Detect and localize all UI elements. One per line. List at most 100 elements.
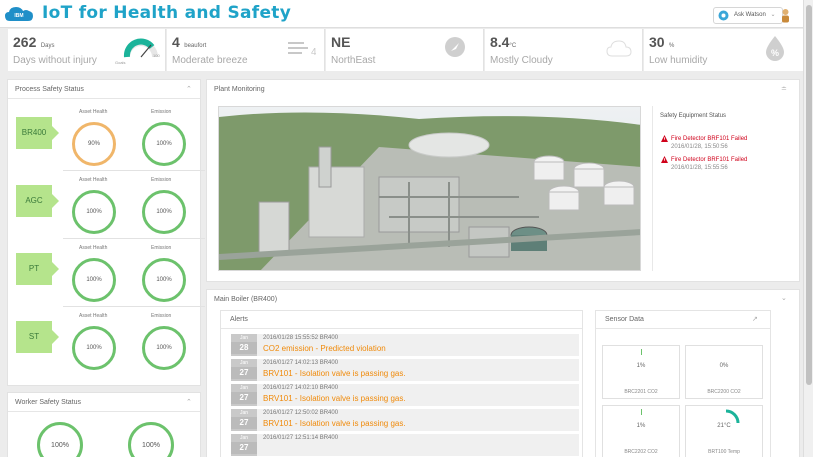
svg-text:4: 4 [311,47,316,57]
humidity-icon: % [766,36,784,61]
alert-meta: 2016/01/27 14:02:10 BR400 [263,385,339,391]
ask-watson-button[interactable]: Ask Watson ⌄ [713,7,783,24]
alert-text: BRV101 - Isolation valve is passing gas. [263,394,406,403]
emission-gauge: 100% [142,190,186,234]
kpi-humidity: 30 % Low humidity % [644,29,803,71]
alert-month: Jan [239,435,249,441]
emission-gauge: 100% [142,258,186,302]
chart-icon[interactable]: ≐ [781,85,787,93]
alert-date-badge: Jan 27 [231,359,257,381]
alert-month: Jan [239,335,249,341]
watson-icon [718,10,729,21]
sensor-data-panel: Sensor Data ↗ 1% BRC2201 CO2 0% BRC2200 … [595,310,771,457]
process-row-pt: PT Asset Health Emission 100% 100% [13,238,205,306]
kpi-value: NE [331,34,351,50]
panel-title: Process Safety Status [15,86,84,93]
emission-gauge: 100% [142,122,186,166]
sensor-tile[interactable]: 0% BRC2200 CO2 [685,345,763,399]
alert-meta: 2016/01/27 12:51:14 BR400 [263,435,339,441]
process-row-agc: AGC Asset Health Emission 100% 100% [13,170,205,238]
asset-health-gauge: 90% [72,122,116,166]
worker-safety-gauge: 100% [128,422,174,457]
kpi-wind: 4 beaufort Moderate breeze 4 [167,29,325,71]
collapse-icon[interactable]: ⌃ [186,85,192,93]
kpi-unit: °C [509,43,517,49]
safety-equipment-title: Safety Equipment Status [660,113,727,119]
gauge-label: Goals [115,60,126,65]
unit-label[interactable]: ST [16,321,59,353]
alert-text: BRV101 - Isolation valve is passing gas. [263,419,406,428]
alert-month: Jan [239,410,249,416]
alert-month: Jan [239,385,249,391]
asset-health-header: Asset Health [79,109,108,115]
panel-title: Plant Monitoring [214,86,265,93]
alert-item[interactable]: Jan 27 2016/01/27 14:02:13 BR400 BRV101 -… [231,359,579,381]
process-row-br400: BR400 Asset Health Emission 90% 100% [13,102,205,170]
chevron-down-icon: ⌄ [770,12,776,18]
compass-icon [445,37,465,57]
alerts-panel: Alerts Jan 28 2016/01/28 15:55:52 BR400 C… [220,310,583,457]
user-avatar-icon[interactable] [779,8,792,23]
kpi-unit: % [669,43,675,49]
alert-item[interactable]: Jan 28 2016/01/28 15:55:52 BR400 CO2 emis… [231,334,579,356]
emission-header: Emission [151,109,172,115]
sensor-tile[interactable]: 1% BRC2201 CO2 [602,345,680,399]
collapse-icon[interactable]: ⌃ [186,398,192,406]
collapse-icon[interactable]: ⌄ [781,294,787,302]
alarm-item[interactable]: Fire Detector BRF101 Failed 2016/01/28, … [661,135,748,150]
kpi-label: Mostly Cloudy [490,55,553,66]
alarm-title: Fire Detector BRF101 Failed [671,157,748,163]
asset-health-header: Asset Health [79,177,108,183]
svg-text:IBM: IBM [14,13,23,19]
alert-day: 27 [231,367,257,379]
ibm-cloud-logo: IBM [5,7,33,21]
sensor-value: 0% [719,363,729,369]
alert-month: Jan [239,360,249,366]
alarm-title: Fire Detector BRF101 Failed [671,136,748,142]
alert-item[interactable]: Jan 27 2016/01/27 12:51:14 BR400 [231,434,579,456]
worker-safety-panel: Worker Safety Status ⌃ 100% 100% [7,392,201,457]
unit-label[interactable]: PT [16,253,59,285]
plant-3d-image[interactable] [218,106,641,271]
process-safety-panel: Process Safety Status ⌃ BR400 Asset Heal… [7,79,205,386]
worker-safety-gauge: 100% [37,422,83,457]
unit-label[interactable]: AGC [16,185,59,217]
warning-icon [661,135,668,142]
alert-date-badge: Jan 27 [231,434,257,456]
plant-monitoring-panel: Plant Monitoring ≐ Safety Equipment Stat… [206,79,800,282]
sensor-title: Sensor Data [605,316,644,323]
alert-meta: 2016/01/28 15:55:52 BR400 [263,335,339,341]
alert-item[interactable]: Jan 27 2016/01/27 12:50:02 BR400 BRV101 -… [231,409,579,431]
cloud-icon [606,40,632,57]
sensor-tile[interactable]: 1% BRC2202 CO2 [602,405,680,457]
scrollbar-thumb[interactable] [806,5,812,385]
plant-illustration [219,107,640,270]
alert-meta: 2016/01/27 14:02:13 BR400 [263,360,339,366]
alert-day: 27 [231,417,257,429]
ask-watson-label: Ask Watson [734,12,766,18]
emission-gauge: 100% [142,326,186,370]
kpi-label: Moderate breeze [172,55,248,66]
asset-health-gauge: 100% [72,326,116,370]
wind-icon: 4 [288,42,316,57]
alert-date-badge: Jan 27 [231,409,257,431]
alert-day: 27 [231,392,257,404]
warning-icon [661,156,668,163]
kpi-label: Days without injury [13,55,97,66]
alert-date-badge: Jan 27 [231,384,257,406]
app-header: IBM IoT for Health and Safety Ask Watson… [0,0,803,28]
expand-icon[interactable]: ↗ [752,315,758,323]
alert-date-badge: Jan 28 [231,334,257,356]
main-boiler-panel: Main Boiler (BR400) ⌄ Alerts Jan 28 2016/… [206,289,800,457]
sensor-tile[interactable]: 21°C BRT100 Temp [685,405,763,457]
kpi-wind-direction: NE NorthEast [326,29,484,71]
alarm-time: 2016/01/28, 15:50:56 [671,144,728,150]
alert-text: CO2 emission - Predicted violation [263,344,386,353]
page-scrollbar[interactable] [803,0,813,457]
svg-text:%: % [771,48,779,58]
unit-label[interactable]: BR400 [16,117,59,149]
kpi-unit: Days [40,43,55,49]
alarm-item[interactable]: Fire Detector BRF101 Failed 2016/01/28, … [661,156,748,171]
alert-item[interactable]: Jan 27 2016/01/27 14:02:10 BR400 BRV101 -… [231,384,579,406]
asset-health-header: Asset Health [79,245,108,251]
